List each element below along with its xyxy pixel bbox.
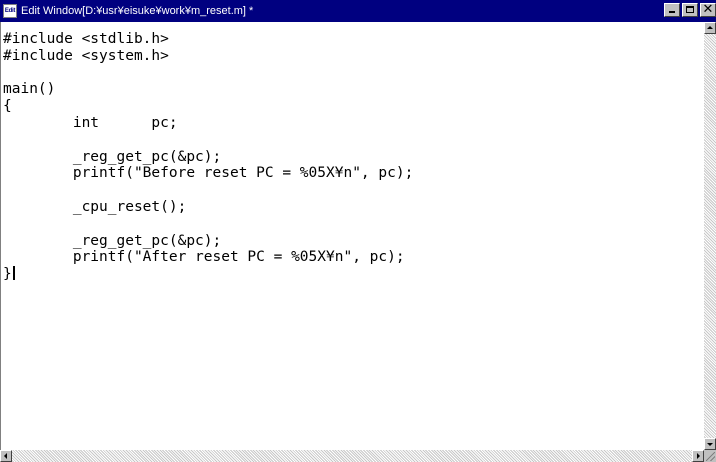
code-line: _reg_get_pc(&pc);	[3, 232, 222, 249]
code-line: #include <system.h>	[3, 47, 169, 64]
scroll-down-arrow-icon[interactable]	[704, 438, 716, 450]
code-line: main()	[3, 81, 56, 98]
window-controls: ✕	[662, 3, 716, 17]
code-line-text: }	[3, 266, 12, 283]
title-bar[interactable]: Edit Edit Window[D:¥usr¥eisuke¥work¥m_re…	[0, 0, 716, 22]
code-line: printf("Before reset PC = %05X¥n", pc);	[3, 165, 414, 182]
code-editor[interactable]: #include <stdlib.h> #include <system.h> ma…	[0, 22, 704, 450]
code-text[interactable]: #include <stdlib.h> #include <system.h> ma…	[1, 22, 704, 283]
vertical-scrollbar[interactable]	[704, 22, 716, 450]
code-line: _cpu_reset();	[3, 198, 187, 215]
scroll-up-arrow-icon[interactable]	[704, 22, 716, 34]
scroll-right-arrow-icon[interactable]	[692, 450, 704, 462]
text-cursor	[12, 266, 15, 281]
code-line: #include <stdlib.h>	[3, 31, 169, 47]
close-button[interactable]: ✕	[700, 3, 716, 17]
window-title: Edit Window[D:¥usr¥eisuke¥work¥m_reset.m…	[21, 5, 254, 17]
code-line-last: }	[3, 266, 704, 283]
code-line: _reg_get_pc(&pc);	[3, 148, 222, 165]
code-line: {	[3, 98, 12, 115]
maximize-button[interactable]	[682, 3, 698, 17]
code-line: printf("After reset PC = %05X¥n", pc);	[3, 249, 405, 266]
horizontal-scrollbar[interactable]	[0, 450, 704, 462]
edit-window: Edit Edit Window[D:¥usr¥eisuke¥work¥m_re…	[0, 0, 716, 462]
resize-grip-icon[interactable]	[704, 450, 716, 462]
edit-app-icon[interactable]: Edit	[3, 4, 17, 18]
code-line: int pc;	[3, 114, 178, 131]
scroll-left-arrow-icon[interactable]	[0, 450, 12, 462]
minimize-button[interactable]	[664, 3, 680, 17]
